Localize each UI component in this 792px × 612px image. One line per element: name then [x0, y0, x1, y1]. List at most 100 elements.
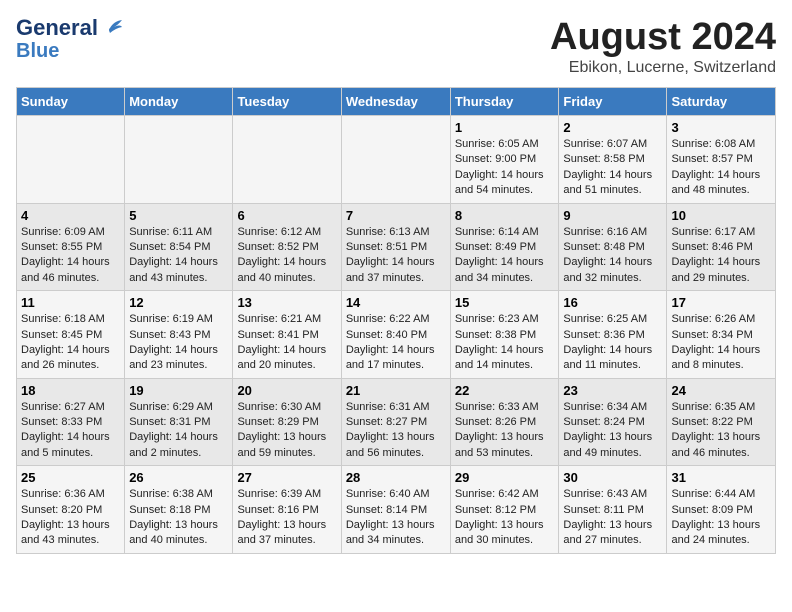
- day-cell-14: 14 Sunrise: 6:22 AM Sunset: 8:40 PM Dayli…: [341, 291, 450, 379]
- day-cell-26: 26Sunrise: 6:38 AM Sunset: 8:18 PM Dayli…: [125, 466, 233, 554]
- day-cell-11: 11 Sunrise: 6:18 AM Sunset: 8:45 PM Dayli…: [17, 291, 125, 379]
- day-number: 7: [346, 208, 446, 223]
- day-number: 11: [21, 295, 120, 310]
- day-number: 12: [129, 295, 228, 310]
- day-number: 28: [346, 470, 446, 485]
- day-number: 8: [455, 208, 555, 223]
- day-number: 23: [563, 383, 662, 398]
- week-row-4: 18 Sunrise: 6:27 AM Sunset: 8:33 PM Dayli…: [17, 378, 776, 466]
- day-detail: Sunrise: 6:34 AM Sunset: 8:24 PM Dayligh…: [563, 400, 662, 462]
- day-number: 30: [563, 470, 662, 485]
- day-number: 2: [563, 120, 662, 135]
- week-row-3: 11 Sunrise: 6:18 AM Sunset: 8:45 PM Dayli…: [17, 291, 776, 379]
- header: General Blue August 2024 Ebikon, Lucerne…: [16, 16, 776, 77]
- logo: General Blue: [16, 16, 122, 62]
- day-cell-19: 19Sunrise: 6:29 AM Sunset: 8:31 PM Dayli…: [125, 378, 233, 466]
- day-cell-7: 7Sunrise: 6:13 AM Sunset: 8:51 PM Daylig…: [341, 203, 450, 291]
- week-row-2: 4 Sunrise: 6:09 AM Sunset: 8:55 PM Daylig…: [17, 203, 776, 291]
- day-cell-3: 3 Sunrise: 6:08 AM Sunset: 8:57 PM Daylig…: [667, 116, 776, 204]
- day-number: 16: [563, 295, 662, 310]
- day-detail: Sunrise: 6:42 AM Sunset: 8:12 PM Dayligh…: [455, 487, 555, 549]
- day-detail: Sunrise: 6:33 AM Sunset: 8:26 PM Dayligh…: [455, 400, 555, 462]
- day-detail: Sunrise: 6:36 AM Sunset: 8:20 PM Dayligh…: [21, 487, 120, 549]
- day-cell-18: 18 Sunrise: 6:27 AM Sunset: 8:33 PM Dayli…: [17, 378, 125, 466]
- day-detail: Sunrise: 6:39 AM Sunset: 8:16 PM Dayligh…: [237, 487, 336, 549]
- day-number: 13: [237, 295, 336, 310]
- day-number: 21: [346, 383, 446, 398]
- day-detail: Sunrise: 6:18 AM Sunset: 8:45 PM Dayligh…: [21, 312, 120, 374]
- day-cell-1: 1 Sunrise: 6:05 AM Sunset: 9:00 PM Daylig…: [450, 116, 559, 204]
- day-number: 18: [21, 383, 120, 398]
- day-cell-22: 22 Sunrise: 6:33 AM Sunset: 8:26 PM Dayli…: [450, 378, 559, 466]
- week-row-5: 25 Sunrise: 6:36 AM Sunset: 8:20 PM Dayli…: [17, 466, 776, 554]
- weekday-header-thursday: Thursday: [450, 88, 559, 116]
- day-number: 27: [237, 470, 336, 485]
- day-number: 19: [129, 383, 228, 398]
- day-detail: Sunrise: 6:05 AM Sunset: 9:00 PM Dayligh…: [455, 137, 555, 199]
- day-cell-25: 25 Sunrise: 6:36 AM Sunset: 8:20 PM Dayli…: [17, 466, 125, 554]
- day-number: 5: [129, 208, 228, 223]
- empty-cell: [341, 116, 450, 204]
- empty-cell: [233, 116, 341, 204]
- day-cell-10: 10Sunrise: 6:17 AM Sunset: 8:46 PM Dayli…: [667, 203, 776, 291]
- day-cell-20: 20Sunrise: 6:30 AM Sunset: 8:29 PM Dayli…: [233, 378, 341, 466]
- day-cell-24: 24Sunrise: 6:35 AM Sunset: 8:22 PM Dayli…: [667, 378, 776, 466]
- day-detail: Sunrise: 6:38 AM Sunset: 8:18 PM Dayligh…: [129, 487, 228, 549]
- calendar-title: August 2024: [550, 16, 776, 59]
- day-cell-8: 8 Sunrise: 6:14 AM Sunset: 8:49 PM Daylig…: [450, 203, 559, 291]
- day-cell-28: 28Sunrise: 6:40 AM Sunset: 8:14 PM Dayli…: [341, 466, 450, 554]
- day-detail: Sunrise: 6:44 AM Sunset: 8:09 PM Dayligh…: [671, 487, 771, 549]
- day-cell-5: 5 Sunrise: 6:11 AM Sunset: 8:54 PM Daylig…: [125, 203, 233, 291]
- weekday-header-sunday: Sunday: [17, 88, 125, 116]
- day-detail: Sunrise: 6:22 AM Sunset: 8:40 PM Dayligh…: [346, 312, 446, 374]
- day-cell-27: 27 Sunrise: 6:39 AM Sunset: 8:16 PM Dayli…: [233, 466, 341, 554]
- day-number: 9: [563, 208, 662, 223]
- weekday-header-wednesday: Wednesday: [341, 88, 450, 116]
- day-detail: Sunrise: 6:08 AM Sunset: 8:57 PM Dayligh…: [671, 137, 771, 199]
- weekday-header-row: SundayMondayTuesdayWednesdayThursdayFrid…: [17, 88, 776, 116]
- weekday-header-friday: Friday: [559, 88, 667, 116]
- day-number: 3: [671, 120, 771, 135]
- day-number: 14: [346, 295, 446, 310]
- day-number: 6: [237, 208, 336, 223]
- day-cell-23: 23 Sunrise: 6:34 AM Sunset: 8:24 PM Dayli…: [559, 378, 667, 466]
- day-cell-16: 16 Sunrise: 6:25 AM Sunset: 8:36 PM Dayli…: [559, 291, 667, 379]
- day-cell-9: 9 Sunrise: 6:16 AM Sunset: 8:48 PM Daylig…: [559, 203, 667, 291]
- day-detail: Sunrise: 6:14 AM Sunset: 8:49 PM Dayligh…: [455, 225, 555, 287]
- day-number: 4: [21, 208, 120, 223]
- day-detail: Sunrise: 6:27 AM Sunset: 8:33 PM Dayligh…: [21, 400, 120, 462]
- day-detail: Sunrise: 6:09 AM Sunset: 8:55 PM Dayligh…: [21, 225, 120, 287]
- title-area: August 2024 Ebikon, Lucerne, Switzerland: [550, 16, 776, 77]
- day-number: 31: [671, 470, 771, 485]
- day-cell-21: 21Sunrise: 6:31 AM Sunset: 8:27 PM Dayli…: [341, 378, 450, 466]
- day-number: 22: [455, 383, 555, 398]
- day-detail: Sunrise: 6:25 AM Sunset: 8:36 PM Dayligh…: [563, 312, 662, 374]
- week-row-1: 1 Sunrise: 6:05 AM Sunset: 9:00 PM Daylig…: [17, 116, 776, 204]
- logo-blue-text: Blue: [16, 40, 59, 62]
- calendar-subtitle: Ebikon, Lucerne, Switzerland: [550, 59, 776, 77]
- day-detail: Sunrise: 6:12 AM Sunset: 8:52 PM Dayligh…: [237, 225, 336, 287]
- day-number: 25: [21, 470, 120, 485]
- day-cell-4: 4 Sunrise: 6:09 AM Sunset: 8:55 PM Daylig…: [17, 203, 125, 291]
- weekday-header-tuesday: Tuesday: [233, 88, 341, 116]
- weekday-header-monday: Monday: [125, 88, 233, 116]
- day-number: 10: [671, 208, 771, 223]
- day-number: 24: [671, 383, 771, 398]
- day-number: 17: [671, 295, 771, 310]
- day-cell-31: 31 Sunrise: 6:44 AM Sunset: 8:09 PM Dayli…: [667, 466, 776, 554]
- day-detail: Sunrise: 6:21 AM Sunset: 8:41 PM Dayligh…: [237, 312, 336, 374]
- day-number: 1: [455, 120, 555, 135]
- day-number: 29: [455, 470, 555, 485]
- day-cell-30: 30Sunrise: 6:43 AM Sunset: 8:11 PM Dayli…: [559, 466, 667, 554]
- empty-cell: [125, 116, 233, 204]
- weekday-header-saturday: Saturday: [667, 88, 776, 116]
- day-number: 15: [455, 295, 555, 310]
- day-cell-15: 15 Sunrise: 6:23 AM Sunset: 8:38 PM Dayli…: [450, 291, 559, 379]
- day-detail: Sunrise: 6:11 AM Sunset: 8:54 PM Dayligh…: [129, 225, 228, 287]
- day-detail: Sunrise: 6:23 AM Sunset: 8:38 PM Dayligh…: [455, 312, 555, 374]
- logo-text: General: [16, 16, 98, 40]
- day-detail: Sunrise: 6:19 AM Sunset: 8:43 PM Dayligh…: [129, 312, 228, 374]
- logo-bird-icon: [100, 19, 122, 37]
- day-detail: Sunrise: 6:16 AM Sunset: 8:48 PM Dayligh…: [563, 225, 662, 287]
- day-detail: Sunrise: 6:30 AM Sunset: 8:29 PM Dayligh…: [237, 400, 336, 462]
